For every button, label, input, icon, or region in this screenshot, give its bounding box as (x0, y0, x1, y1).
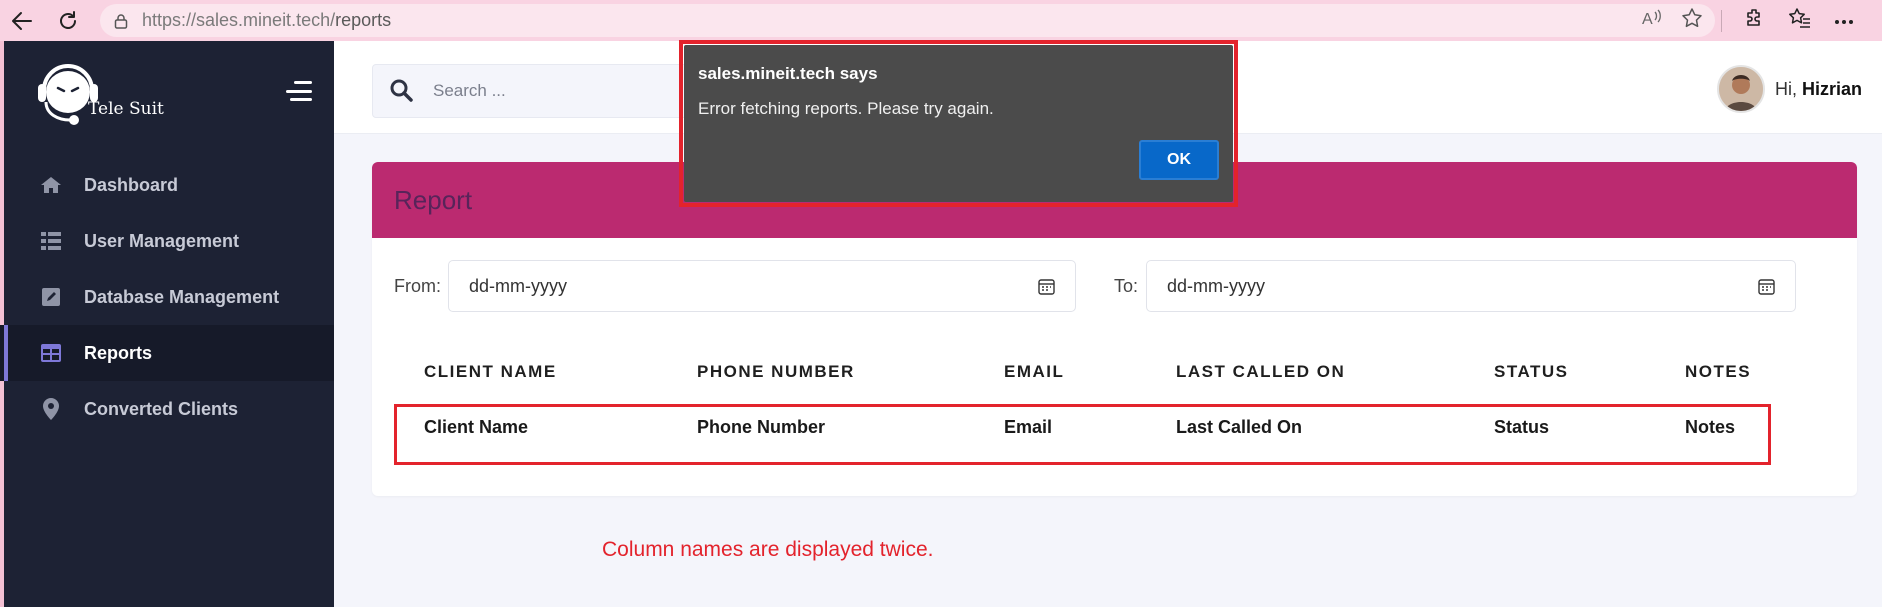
sidebar-item-label: Database Management (84, 286, 280, 307)
column-header-notes[interactable]: NOTES (1685, 362, 1751, 382)
sidebar-menu: Dashboard User Management Database Manag… (0, 157, 334, 437)
location-pin-icon (40, 398, 62, 420)
calendar-icon[interactable] (1038, 278, 1055, 295)
edit-icon (40, 286, 62, 308)
extensions-icon[interactable] (1744, 7, 1766, 34)
to-label: To: (1114, 276, 1139, 296)
read-aloud-icon[interactable]: A (1641, 8, 1663, 33)
more-icon[interactable] (1834, 12, 1854, 30)
from-label: From: (394, 276, 441, 296)
column-header-client-name[interactable]: CLIENT NAME (424, 362, 557, 382)
column-header-status[interactable]: STATUS (1494, 362, 1568, 382)
back-icon[interactable] (2, 0, 42, 41)
sidebar-item-label: User Management (84, 230, 240, 251)
address-bar[interactable]: https://sales.mineit.tech/reports A (100, 4, 1715, 37)
calendar-icon[interactable] (1758, 278, 1775, 295)
sidebar-item-label: Dashboard (84, 174, 179, 195)
lock-icon[interactable] (112, 12, 130, 30)
dialog-title: sales.mineit.tech says (698, 64, 878, 83)
home-icon (40, 174, 62, 196)
favorite-star-icon[interactable] (1681, 7, 1703, 34)
toolbar-divider (1721, 9, 1722, 32)
dialog-message: Error fetching reports. Please try again… (698, 99, 994, 118)
list-icon (40, 230, 62, 252)
search-box[interactable] (372, 64, 712, 118)
to-date-input[interactable]: dd-mm-yyyy (1146, 260, 1796, 312)
url-text: https://sales.mineit.tech/reports (142, 10, 392, 30)
menu-toggle-icon[interactable] (286, 81, 312, 101)
from-date-value: dd-mm-yyyy (469, 275, 567, 296)
svg-text:A: A (1642, 11, 1653, 28)
sidebar-item-label: Reports (84, 342, 153, 363)
to-date-value: dd-mm-yyyy (1167, 275, 1265, 296)
page-title: Report (394, 184, 473, 215)
ok-button[interactable]: OK (1139, 140, 1219, 180)
sidebar-item-converted-clients[interactable]: Converted Clients (0, 381, 334, 437)
search-input[interactable] (433, 81, 653, 101)
sidebar-item-dashboard[interactable]: Dashboard (0, 157, 334, 213)
favorites-icon[interactable] (1788, 7, 1812, 34)
bug-annotation: Column names are displayed twice. (602, 538, 934, 561)
column-header-phone-number[interactable]: PHONE NUMBER (697, 362, 855, 382)
user-greeting: Hi, Hizrian (1774, 78, 1862, 99)
user-name: Hizrian (1801, 78, 1862, 99)
browser-toolbar: https://sales.mineit.tech/reports A (0, 0, 1882, 41)
sidebar-item-database-management[interactable]: Database Management (0, 269, 334, 325)
table-icon (40, 342, 62, 364)
column-header-email[interactable]: EMAIL (1004, 362, 1064, 382)
brand-name: Tele Suit (88, 99, 164, 119)
search-icon[interactable] (389, 78, 415, 104)
from-date-input[interactable]: dd-mm-yyyy (448, 260, 1076, 312)
refresh-icon[interactable] (48, 0, 88, 41)
alert-dialog: sales.mineit.tech says Error fetching re… (684, 45, 1233, 202)
user-menu[interactable]: Hi, Hizrian (1716, 65, 1862, 113)
column-header-last-called-on[interactable]: LAST CALLED ON (1176, 362, 1345, 382)
sidebar-item-user-management[interactable]: User Management (0, 213, 334, 269)
avatar[interactable] (1716, 65, 1765, 113)
table-header: CLIENT NAME PHONE NUMBER EMAIL LAST CALL… (372, 362, 1857, 392)
date-filters: From: dd-mm-yyyy To: dd-mm-yyyy (372, 260, 1857, 312)
sidebar-item-reports[interactable]: Reports (0, 325, 334, 381)
sidebar-item-label: Converted Clients (84, 398, 239, 419)
highlight-box (394, 404, 1771, 465)
